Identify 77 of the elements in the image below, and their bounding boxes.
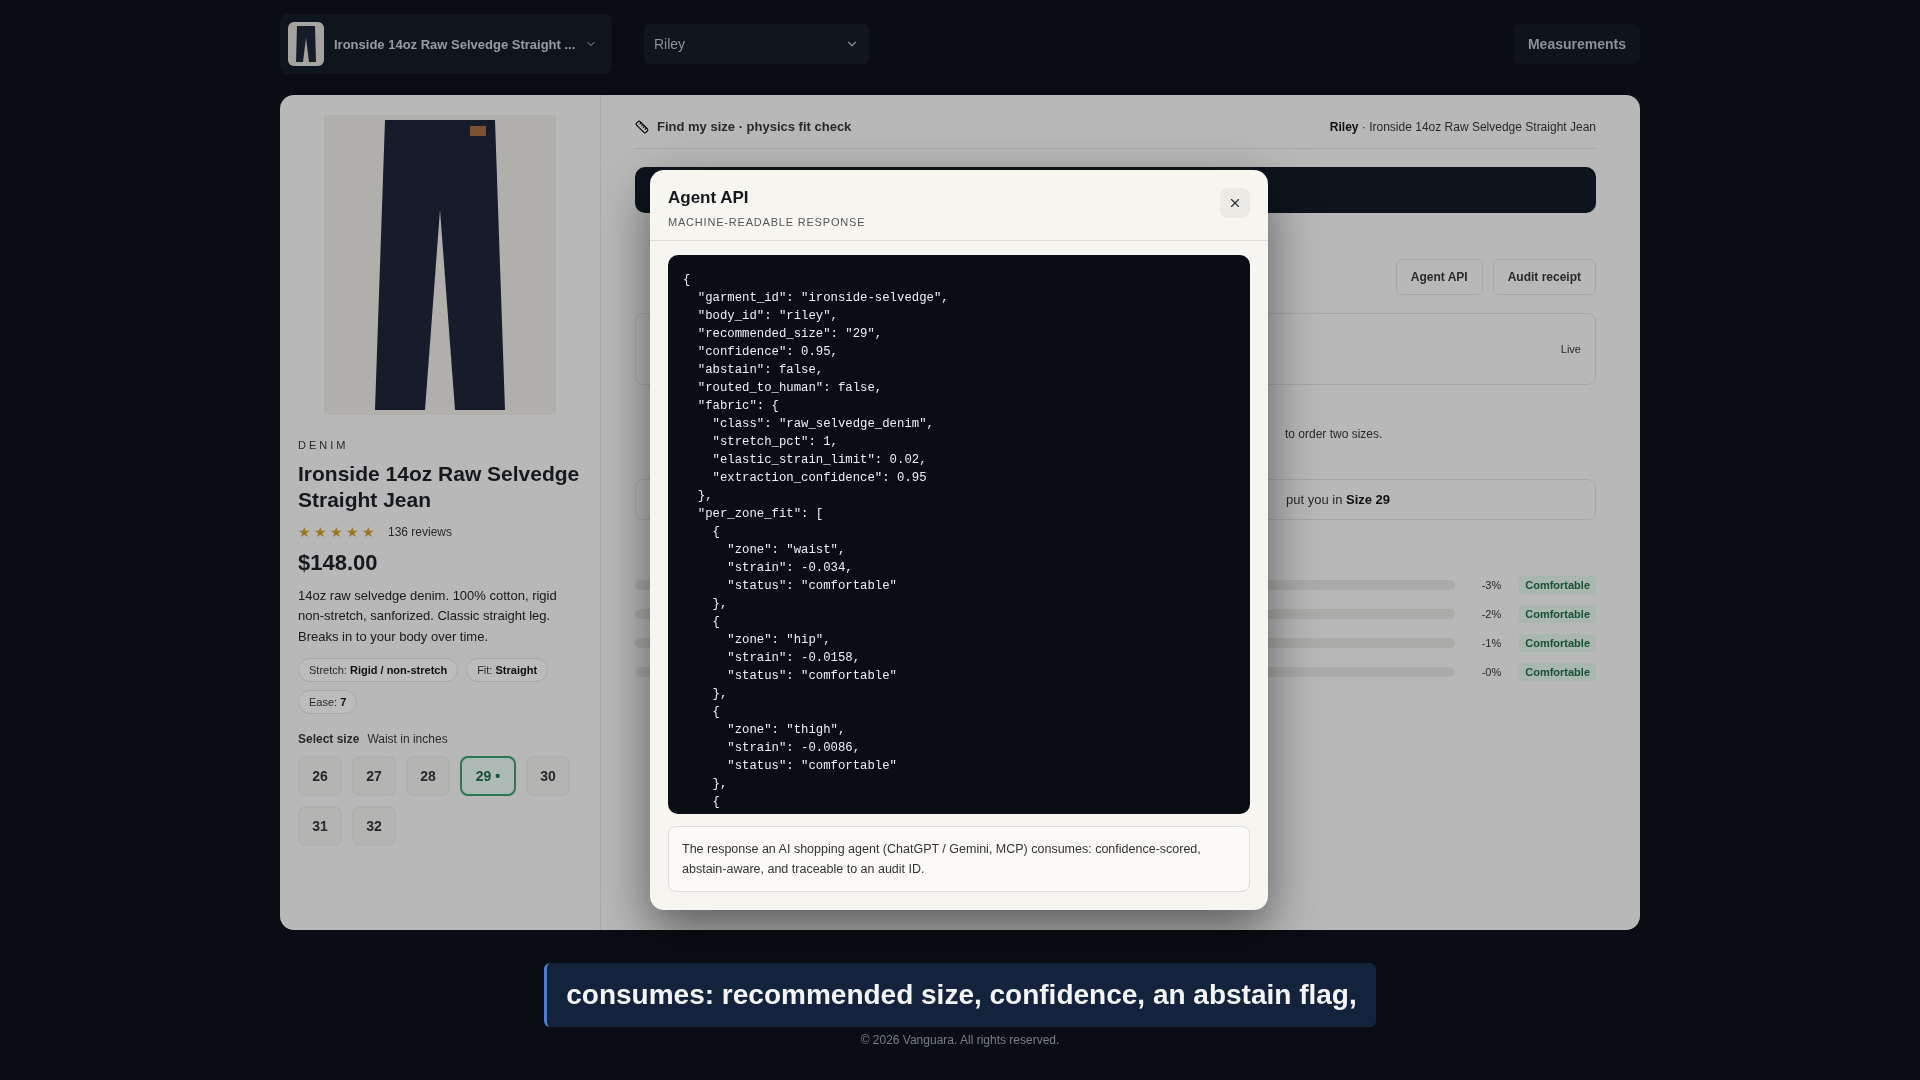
code-line: "strain": -0.0158,	[726, 650, 862, 667]
panel-title: Find my size · physics fit check	[657, 119, 852, 134]
ruler-icon	[635, 119, 649, 134]
code-line: "elastic_strain_limit": 0.02,	[711, 452, 928, 469]
size-hint: Waist in inches	[367, 731, 448, 746]
code-line: },	[711, 596, 729, 613]
panel-button[interactable]: Agent API	[1395, 259, 1483, 295]
attribute-chip: Fit: Straight	[466, 657, 549, 682]
code-line: {	[711, 704, 721, 721]
size-option[interactable]: 28	[406, 755, 450, 796]
code-line: "stretch_pct": 1,	[711, 434, 839, 451]
code-line: "garment_id": "ironside-selvedge",	[696, 290, 950, 307]
size-label: Select size	[298, 731, 360, 746]
code-line: "fabric": {	[696, 398, 780, 415]
code-line: {	[711, 794, 721, 811]
product-category: DENIM	[298, 439, 350, 451]
code-line: "strain": -0.034,	[726, 560, 854, 577]
status-badge: Comfortable	[1519, 576, 1596, 594]
code-line: {	[711, 614, 721, 631]
strain-reading: -0%	[1480, 666, 1502, 678]
code-line: {	[683, 272, 692, 289]
code-line: "status": "comfortable"	[726, 758, 898, 775]
strain-reading: -3%	[1480, 579, 1502, 591]
star-icon: ★	[346, 523, 359, 540]
product-title: Ironside 14oz Raw Selvedge Straight Jean	[298, 461, 581, 514]
code-line: "abstain": false,	[696, 362, 825, 379]
breadcrumb: Riley · Ironside 14oz Raw Selvedge Straight Jean	[1329, 119, 1596, 134]
size-option[interactable]: 29 •	[460, 755, 516, 796]
code-line: "zone": "hip",	[726, 632, 832, 649]
dialog-subtitle: MACHINE-READABLE RESPONSE	[668, 216, 867, 228]
status-badge: Comfortable	[1519, 605, 1596, 623]
code-line: },	[696, 488, 714, 505]
measurements-button[interactable]: Measurements	[1513, 24, 1640, 64]
close-icon	[1228, 196, 1242, 210]
subtitle-caption: consumes: recommended size, confidence, an abstain flag,	[544, 963, 1376, 1027]
code-line: "zone": "waist",	[726, 542, 847, 559]
star-icon: ★	[362, 523, 375, 540]
product-selector[interactable]: Ironside 14oz Raw Selvedge Straight ...	[280, 14, 612, 74]
size-option[interactable]: 31	[298, 805, 342, 846]
code-line: "status": "comfortable"	[726, 578, 898, 595]
size-option[interactable]: 30	[526, 755, 570, 796]
star-icon: ★	[314, 523, 327, 540]
code-line: "recommended_size": "29",	[696, 326, 884, 343]
close-button[interactable]	[1220, 188, 1250, 218]
attribute-chip: Ease: 7	[298, 689, 358, 714]
status-badge: Comfortable	[1519, 634, 1596, 652]
strain-reading: -1%	[1480, 637, 1502, 649]
status-badge: Comfortable	[1519, 663, 1596, 681]
review-count: 136 reviews	[388, 524, 453, 539]
attribute-chip: Stretch: Rigid / non-stretch	[298, 657, 459, 682]
size-option[interactable]: 27	[352, 755, 396, 796]
code-line: "strain": -0.0086,	[726, 740, 862, 757]
size-option[interactable]: 32	[352, 805, 396, 846]
code-line: "body_id": "riley",	[696, 308, 839, 325]
strain-reading: -2%	[1480, 608, 1502, 620]
code-line: "class": "raw_selvedge_denim",	[711, 416, 935, 433]
jeans-thumbnail	[288, 22, 324, 66]
body-select[interactable]: Riley	[644, 24, 869, 64]
star-icon: ★	[298, 523, 311, 540]
code-line: "status": "comfortable"	[726, 668, 898, 685]
dialog-title: Agent API	[668, 188, 750, 208]
code-line: "confidence": 0.95,	[696, 344, 839, 361]
code-line: {	[711, 524, 721, 541]
product-description: 14oz raw selvedge denim. 100% cotton, rigid non-stretch, sanforized. Classic straight leg. Breaks in to your body over time.	[298, 586, 558, 647]
code-line: "zone": "thigh",	[726, 722, 847, 739]
panel-button[interactable]: Audit receipt	[1492, 259, 1596, 295]
code-line: },	[711, 686, 729, 703]
code-line: },	[711, 776, 729, 793]
live-tag: Live	[1560, 343, 1581, 355]
dialog-note: The response an AI shopping agent (ChatGPT / Gemini, MCP) consumes: confidence-scored, abstain-aware, and traceable to an audit ID.	[668, 826, 1250, 892]
product-price: $148.00	[298, 549, 379, 576]
advice-text: to order two sizes.	[1284, 427, 1384, 441]
size-option[interactable]: 26	[298, 755, 342, 796]
code-line: "routed_to_human": false,	[696, 380, 884, 397]
footer-text: © 2026 Vanguara. All rights reserved.	[860, 1033, 1060, 1047]
code-line: "per_zone_fit": [	[696, 506, 825, 523]
star-icon: ★	[330, 523, 343, 540]
